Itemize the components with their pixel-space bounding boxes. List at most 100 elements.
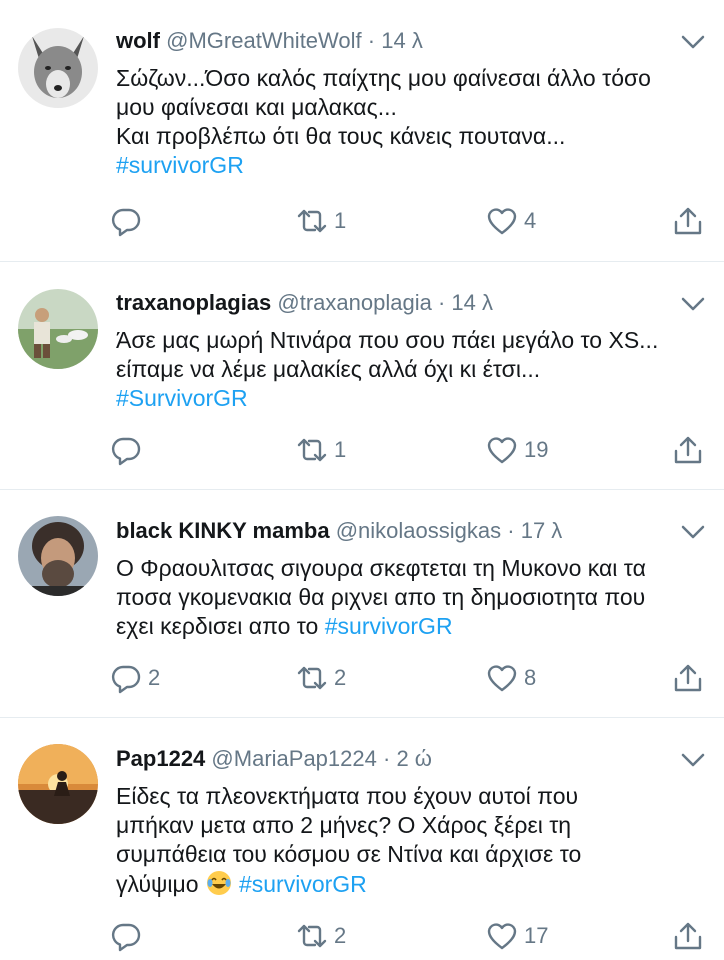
- hashtag-link[interactable]: #survivorGR: [325, 613, 453, 639]
- share-icon: [674, 664, 702, 692]
- separator: ·: [382, 746, 391, 771]
- like-icon: [487, 665, 517, 692]
- tweet-text: Ο Φραουλιτσας σιγουρα σκεφτεται τη Μυκον…: [116, 554, 704, 641]
- share-icon: [674, 207, 702, 235]
- avatar[interactable]: [18, 289, 98, 369]
- tweet-feed: wolf @MGreatWhiteWolf · 14 λ Σώζων...Όσο…: [0, 0, 724, 960]
- tweet-text-line: γλύψιμο #survivorGR: [116, 869, 704, 899]
- like-icon: [487, 437, 517, 464]
- tweet-text-line: Σώζων...Όσο καλός παίχτης μου φαίνεσαι ά…: [116, 65, 651, 91]
- tweet[interactable]: black KINKY mamba @nikolaossigkas · 17 λ…: [0, 490, 724, 718]
- timestamp[interactable]: 2 ώ: [396, 746, 432, 771]
- share-button[interactable]: [672, 918, 704, 954]
- tweet-text: Σώζων...Όσο καλός παίχτης μου φαίνεσαι ά…: [116, 64, 704, 180]
- share-button[interactable]: [672, 203, 704, 239]
- retweet-icon: [297, 209, 327, 233]
- tweet-text: Άσε μας μωρή Ντινάρα που σου πάει μεγάλο…: [116, 326, 704, 413]
- chevron-down-icon[interactable]: [680, 32, 706, 52]
- tweet-text-line: μου φαίνεσαι και μαλακας...: [116, 94, 397, 120]
- display-name[interactable]: wolf: [116, 28, 160, 53]
- hashtag-link[interactable]: #survivorGR: [239, 871, 367, 897]
- like-button[interactable]: 4: [486, 203, 536, 239]
- display-name[interactable]: traxanoplagias: [116, 290, 271, 315]
- user-handle[interactable]: @MGreatWhiteWolf: [166, 28, 362, 53]
- reply-button[interactable]: [110, 432, 148, 468]
- share-icon: [674, 922, 702, 950]
- tweet-text-line: συμπάθεια του κόσμου σε Ντίνα και άρχισε…: [116, 841, 582, 867]
- share-button[interactable]: [672, 660, 704, 696]
- tweet-text-segment: εχει κερδισει απο το: [116, 613, 325, 639]
- tweet[interactable]: Pap1224 @MariaPap1224 · 2 ώ Είδες τα πλε…: [0, 718, 724, 960]
- share-icon: [674, 436, 702, 464]
- display-name[interactable]: black KINKY mamba: [116, 518, 330, 543]
- tweet-text-line: είπαμε να λέμε μαλακίες αλλά όχι κι έτσι…: [116, 356, 541, 382]
- user-handle[interactable]: @MariaPap1224: [211, 746, 376, 771]
- chevron-down-icon[interactable]: [680, 750, 706, 770]
- tweet-text-line: μπήκαν μετα απο 2 μήνες? Ο Χάρος ξέρει τ…: [116, 812, 572, 838]
- like-button[interactable]: 8: [486, 660, 536, 696]
- timestamp[interactable]: 14 λ: [451, 290, 493, 315]
- wolf-avatar-icon: [18, 28, 98, 108]
- tweet-text-segment: γλύψιμο: [116, 871, 205, 897]
- share-button[interactable]: [672, 432, 704, 468]
- tweet-text-line: Και προβλέπω ότι θα τους κάνεις πουτανα.…: [116, 123, 566, 149]
- tweet-text-line: Άσε μας μωρή Ντινάρα που σου πάει μεγάλο…: [116, 327, 659, 353]
- retweet-icon: [297, 924, 327, 948]
- retweet-button[interactable]: 1: [296, 203, 346, 239]
- avatar[interactable]: [18, 28, 98, 108]
- reply-icon: [111, 665, 141, 694]
- chevron-down-icon[interactable]: [680, 522, 706, 542]
- reply-button[interactable]: [110, 203, 148, 239]
- sunset-avatar-icon: [18, 744, 98, 824]
- retweet-count: 1: [334, 437, 347, 462]
- tweet-text-line: εχει κερδισει απο το #survivorGR: [116, 612, 704, 641]
- like-count: 4: [524, 208, 537, 233]
- separator: ·: [367, 28, 376, 53]
- retweet-button[interactable]: 1: [296, 432, 346, 468]
- reply-icon: [111, 437, 141, 466]
- hashtag-link[interactable]: #SurvivorGR: [116, 384, 704, 413]
- separator: ·: [437, 290, 446, 315]
- tweet[interactable]: traxanoplagias @traxanoplagia · 14 λ Άσε…: [0, 262, 724, 490]
- user-handle[interactable]: @nikolaossigkas: [336, 518, 501, 543]
- tweet-text-line: Ο Φραουλιτσας σιγουρα σκεφτεται τη Μυκον…: [116, 555, 646, 581]
- tweet-actions: 1 19: [110, 432, 708, 468]
- chevron-down-icon[interactable]: [680, 294, 706, 314]
- retweet-icon: [297, 666, 327, 690]
- retweet-count: 2: [334, 665, 347, 690]
- tweet[interactable]: wolf @MGreatWhiteWolf · 14 λ Σώζων...Όσο…: [0, 0, 724, 262]
- profile-photo-avatar-icon: [18, 516, 98, 596]
- like-count: 19: [524, 437, 549, 462]
- reply-icon: [111, 208, 141, 237]
- like-button[interactable]: 17: [486, 918, 548, 954]
- retweet-button[interactable]: 2: [296, 918, 346, 954]
- tweet-header: traxanoplagias @traxanoplagia · 14 λ: [116, 288, 664, 318]
- tweet-header: black KINKY mamba @nikolaossigkas · 17 λ: [116, 516, 664, 546]
- like-icon: [487, 923, 517, 950]
- retweet-button[interactable]: 2: [296, 660, 346, 696]
- timestamp[interactable]: 14 λ: [381, 28, 423, 53]
- tweet-header: wolf @MGreatWhiteWolf · 14 λ: [116, 26, 664, 56]
- user-handle[interactable]: @traxanoplagia: [277, 290, 431, 315]
- reply-button[interactable]: [110, 918, 148, 954]
- tweet-text-line: Είδες τα πλεονεκτήματα που έχουν αυτοί π…: [116, 783, 579, 809]
- separator: ·: [507, 518, 515, 543]
- tweet-text: Είδες τα πλεονεκτήματα που έχουν αυτοί π…: [116, 782, 704, 899]
- timestamp[interactable]: 17 λ: [521, 518, 563, 543]
- painting-avatar-icon: [18, 289, 98, 369]
- tweet-actions: 2 17: [110, 918, 708, 954]
- tweet-text-line: ποσα γκομενακια θα ριχνει απο τη δημοσιο…: [116, 584, 646, 610]
- retweet-count: 2: [334, 923, 347, 948]
- like-count: 8: [524, 665, 537, 690]
- avatar[interactable]: [18, 516, 98, 596]
- hashtag-link[interactable]: #survivorGR: [116, 151, 704, 180]
- tweet-actions: 1 4: [110, 203, 708, 239]
- like-icon: [487, 208, 517, 235]
- like-button[interactable]: 19: [486, 432, 548, 468]
- reply-count: 2: [148, 665, 161, 690]
- tweet-actions: 2 2 8: [110, 660, 708, 696]
- display-name[interactable]: Pap1224: [116, 746, 205, 771]
- reply-icon: [111, 923, 141, 952]
- avatar[interactable]: [18, 744, 98, 824]
- reply-button[interactable]: 2: [110, 660, 160, 696]
